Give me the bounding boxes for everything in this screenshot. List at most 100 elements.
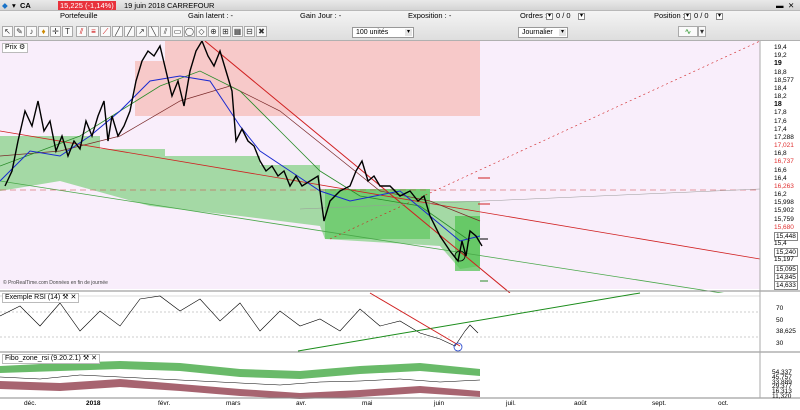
portefeuille-label[interactable]: Portefeuille <box>60 11 98 22</box>
price-axis-tick: 18,2 <box>774 93 787 101</box>
price-axis-tick: 17,021 <box>774 142 794 150</box>
price-axis-tick: 18 <box>774 101 782 109</box>
position-dropdown2-icon[interactable]: ▾ <box>716 13 723 20</box>
price-axis-tick: 16,263 <box>774 182 794 190</box>
price-axis-tick: 18,4 <box>774 84 787 92</box>
x-axis-tick: août <box>574 400 587 407</box>
text-icon[interactable]: T <box>62 26 73 37</box>
x-axis-tick: 2018 <box>86 400 101 407</box>
price-axis-tick: 16,6 <box>774 166 787 174</box>
x-axis-tick: sept. <box>652 400 667 407</box>
ray-icon[interactable]: ╱ <box>124 26 135 37</box>
fibo-panel-label[interactable]: Fibo_zone_rsi (9.20.2.1) ⚒ ✕ <box>2 354 100 364</box>
price-axis-tick: 17,8 <box>774 109 787 117</box>
minimize-icon[interactable]: ▬ <box>776 1 784 10</box>
price-axis-tick: 14,633 <box>774 281 798 290</box>
price-axis-tick: 17,6 <box>774 117 787 125</box>
pencil-icon[interactable]: ✎ <box>14 26 25 37</box>
x-axis-tick: déc. <box>24 400 37 407</box>
delete-icon[interactable]: ✖ <box>256 26 267 37</box>
chart-area[interactable]: © ProRealTime.com Données en fin de jour… <box>0 41 800 410</box>
window-title: 19 juin 2018 CARREFOUR <box>124 1 215 10</box>
bell-icon[interactable]: ♪ <box>26 26 37 37</box>
settings-icon[interactable]: ⚙ <box>19 44 25 51</box>
gain-jour-label: Gain Jour : - <box>300 11 342 20</box>
rsi-axis-tick: 38,625 <box>776 328 796 336</box>
wrench-icon[interactable]: ⚒ <box>62 294 68 301</box>
x-axis-tick: oct. <box>718 400 729 407</box>
price-axis-tick: 15,680 <box>774 223 794 231</box>
zoom-icon[interactable]: ⊕ <box>208 26 219 37</box>
fibo-axis-tick: 11,320 <box>772 393 792 400</box>
rsi-panel-label[interactable]: Exemple RSI (14) ⚒ ✕ <box>2 293 80 303</box>
rsi-axis-tick: 70 <box>776 305 784 312</box>
symbol-dropdown-icon[interactable]: ▾ <box>12 1 16 10</box>
price-panel-label[interactable]: Prix ⚙ <box>2 43 29 53</box>
rectangle-icon[interactable]: ▭ <box>172 26 183 37</box>
price-axis-tick: 19 <box>774 60 782 68</box>
ordres-label: Ordres : <box>520 11 548 20</box>
price-axis-tick: 17,4 <box>774 125 787 133</box>
period-select[interactable]: Journalier ▾ <box>518 27 568 38</box>
position-dropdown-icon[interactable]: ▾ <box>684 13 691 20</box>
ordres-value: 0 / 0 <box>556 11 571 20</box>
fibonacci-icon[interactable]: ≡ <box>88 26 99 37</box>
footnote-text: © ProRealTime.com Données en fin de jour… <box>3 279 108 286</box>
title-bar: ◆ ▾ CA 15,225 (-1,14%) 19 juin 2018 CARR… <box>0 0 800 11</box>
cursor-icon[interactable]: ↖ <box>2 26 13 37</box>
chevron-down-icon[interactable]: ▾ <box>698 26 706 37</box>
close-icon[interactable]: ✕ <box>788 1 794 10</box>
measure-icon[interactable]: ⊞ <box>220 26 231 37</box>
wrench-icon[interactable]: ⚒ <box>83 355 89 362</box>
position-label: Position : <box>654 11 685 20</box>
ellipse-icon[interactable]: ◯ <box>184 26 195 37</box>
crosshair-icon[interactable]: ✛ <box>50 26 61 37</box>
x-axis-tick: févr. <box>158 400 171 407</box>
quantity-select[interactable]: 100 unités ▾ <box>352 27 414 38</box>
price-axis-tick: 15,4 <box>774 240 787 248</box>
price-axis-tick: 16,737 <box>774 158 794 166</box>
toolbar: Portefeuille Gain latent : - Gain Jour :… <box>0 11 800 41</box>
chevron-down-icon: ▾ <box>559 29 566 36</box>
rsi-axis-tick: 30 <box>776 340 784 347</box>
exposition-label: Exposition : - <box>408 11 452 20</box>
quantity-value: 100 unités <box>356 29 389 36</box>
price-axis-tick: 15,197 <box>774 256 794 264</box>
trendline-icon[interactable]: ╱ <box>112 26 123 37</box>
pattern-icon[interactable]: ⟋ <box>100 26 111 37</box>
x-axis-tick: juil. <box>506 400 516 407</box>
price-axis-tick: 17,288 <box>774 133 794 141</box>
lock-icon[interactable]: ⊟ <box>244 26 255 37</box>
gain-latent-label: Gain latent : - <box>188 11 234 20</box>
x-axis-tick: juin <box>434 400 445 407</box>
rsi-panel-bg <box>0 293 760 353</box>
chevron-down-icon: ▾ <box>405 29 412 36</box>
indicator-icon[interactable]: ∿ <box>678 26 698 37</box>
price-axis-tick: 19,2 <box>774 52 787 60</box>
ordres-dropdown-icon[interactable]: ▾ <box>546 13 553 20</box>
grid-icon[interactable]: ▦ <box>232 26 243 37</box>
close-icon[interactable]: ✕ <box>91 355 97 362</box>
shapes-icon[interactable]: ◇ <box>196 26 207 37</box>
symbol-label[interactable]: CA <box>20 1 31 10</box>
price-panel-title: Prix <box>5 44 18 51</box>
channel-icon[interactable]: ⫽ <box>76 26 87 37</box>
ordres-dropdown2-icon[interactable]: ▾ <box>578 13 585 20</box>
close-icon[interactable]: ✕ <box>70 294 76 301</box>
parallel-icon[interactable]: ⫽ <box>160 26 171 37</box>
prt-logo-icon: ◆ <box>2 1 8 10</box>
alert-icon[interactable]: ♦ <box>38 26 49 37</box>
price-axis-tick: 15,759 <box>774 215 794 223</box>
price-axis-tick: 18,577 <box>774 76 794 84</box>
price-axis-tick: 16,4 <box>774 174 787 182</box>
arrow-icon[interactable]: ↗ <box>136 26 147 37</box>
price-axis-tick: 18,8 <box>774 68 787 76</box>
price-change-badge: 15,225 (-1,14%) <box>58 1 116 10</box>
price-axis-tick: 15,902 <box>774 207 794 215</box>
price-axis-tick: 15,998 <box>774 199 794 207</box>
price-axis-tick: 16,8 <box>774 150 787 158</box>
line-icon[interactable]: ╲ <box>148 26 159 37</box>
period-value: Journalier <box>522 29 553 36</box>
price-axis-tick: 19,4 <box>774 44 787 51</box>
x-axis-tick: avr. <box>296 400 307 407</box>
